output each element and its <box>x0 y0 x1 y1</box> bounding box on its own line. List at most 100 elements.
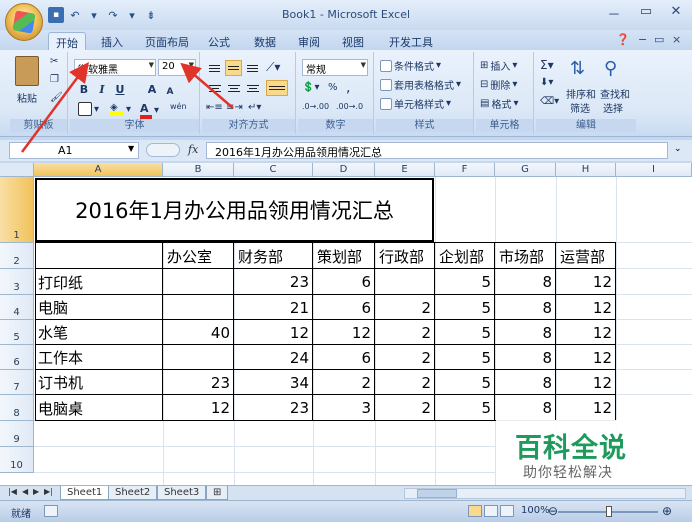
align-top-icon[interactable] <box>206 60 223 76</box>
decrease-indent-icon[interactable]: ⇤≡ <box>206 102 223 113</box>
bold-button[interactable]: B <box>76 82 92 98</box>
underline-button[interactable]: U <box>112 82 128 98</box>
ribbon-restore-icon[interactable]: ▭ <box>654 33 664 46</box>
sheet-tab-1[interactable]: Sheet1 <box>60 486 110 500</box>
increase-indent-icon[interactable]: ≡⇥ <box>226 102 243 113</box>
find-select-icon[interactable]: ⚲ <box>604 58 617 79</box>
paste-button[interactable]: 粘贴 <box>17 90 37 105</box>
column-header-g[interactable]: G <box>495 163 556 177</box>
value-cell[interactable]: 2 <box>375 370 435 395</box>
value-cell[interactable]: 21 <box>234 295 313 320</box>
row-header-5[interactable]: 5 <box>0 320 34 345</box>
value-cell[interactable] <box>163 295 234 320</box>
value-cell[interactable]: 23 <box>234 395 313 421</box>
column-header-f[interactable]: F <box>435 163 495 177</box>
column-header-i[interactable]: I <box>616 163 692 177</box>
value-cell[interactable] <box>375 269 435 295</box>
column-header-h[interactable]: H <box>556 163 616 177</box>
value-cell[interactable]: 5 <box>435 345 495 370</box>
sheet-tab-3[interactable]: Sheet3 <box>157 486 207 500</box>
grow-font-button[interactable]: A <box>144 82 160 98</box>
value-cell[interactable]: 40 <box>163 320 234 345</box>
value-cell[interactable]: 6 <box>313 295 375 320</box>
restore-button[interactable]: ▭ <box>636 4 656 19</box>
ribbon-minimize-icon[interactable]: − <box>638 33 647 46</box>
value-cell[interactable]: 12 <box>556 295 616 320</box>
autosum-icon[interactable]: Σ▾ <box>540 58 554 72</box>
office-button[interactable] <box>5 3 43 41</box>
header-cell[interactable]: 办公室 <box>163 243 234 269</box>
borders-icon[interactable]: ▾ <box>78 102 99 116</box>
fill-color-icon[interactable]: ◈ ▾ <box>110 102 131 116</box>
item-cell[interactable]: 电脑桌 <box>34 395 163 421</box>
delete-cells-button[interactable]: ⊟ 删除 ▾ <box>480 77 517 92</box>
close-button[interactable]: ✕ <box>666 4 686 19</box>
last-sheet-icon[interactable]: ▶| <box>44 487 53 496</box>
row-header-6[interactable]: 6 <box>0 345 34 370</box>
chevron-down-icon[interactable]: ▼ <box>128 144 134 153</box>
tab-home[interactable]: 开始 <box>48 32 86 50</box>
horizontal-scrollbar[interactable] <box>404 488 686 499</box>
header-cell[interactable]: 企划部 <box>435 243 495 269</box>
value-cell[interactable]: 12 <box>556 345 616 370</box>
filter-label[interactable]: 筛选 <box>570 100 590 115</box>
value-cell[interactable]: 2 <box>375 295 435 320</box>
wrap-text-icon[interactable]: ↵▾ <box>248 102 261 113</box>
page-layout-view-icon[interactable] <box>484 505 498 517</box>
value-cell[interactable]: 2 <box>313 370 375 395</box>
row-header-7[interactable]: 7 <box>0 370 34 395</box>
column-header-b[interactable]: B <box>163 163 234 177</box>
value-cell[interactable] <box>163 345 234 370</box>
expand-formula-icon[interactable]: ⌄ <box>674 144 682 154</box>
value-cell[interactable]: 8 <box>495 269 556 295</box>
zoom-in-icon[interactable]: ⊕ <box>662 504 672 518</box>
value-cell[interactable]: 8 <box>495 295 556 320</box>
select-all-corner[interactable] <box>0 163 34 177</box>
select-label[interactable]: 选择 <box>603 100 623 115</box>
decrease-decimal-icon[interactable]: .00→.0 <box>336 102 363 111</box>
value-cell[interactable]: 12 <box>556 395 616 421</box>
align-bottom-icon[interactable] <box>244 60 261 76</box>
tab-data[interactable]: 数据 <box>250 32 280 50</box>
align-left-icon[interactable] <box>206 80 223 96</box>
item-cell[interactable]: 打印纸 <box>34 269 163 295</box>
title-cell-a1[interactable]: 2016年1月办公用品领用情况汇总 <box>35 178 434 242</box>
comma-button[interactable]: , <box>346 80 350 96</box>
cut-icon[interactable]: ✂ <box>50 56 58 67</box>
item-cell[interactable]: 水笔 <box>34 320 163 345</box>
header-cell[interactable]: 市场部 <box>495 243 556 269</box>
insert-sheet-icon[interactable]: ⊞ <box>206 486 229 500</box>
fx-icon[interactable]: fx <box>188 143 198 156</box>
item-cell[interactable]: 工作本 <box>34 345 163 370</box>
value-cell[interactable]: 5 <box>435 320 495 345</box>
value-cell[interactable]: 2 <box>375 345 435 370</box>
row-header-9[interactable]: 9 <box>0 421 34 447</box>
next-sheet-icon[interactable]: ▶ <box>33 487 39 496</box>
value-cell[interactable]: 6 <box>313 345 375 370</box>
format-painter-icon[interactable]: 🖌 <box>50 92 63 103</box>
value-cell[interactable]: 3 <box>313 395 375 421</box>
column-header-a[interactable]: A <box>34 163 163 177</box>
value-cell[interactable]: 24 <box>234 345 313 370</box>
page-break-view-icon[interactable] <box>500 505 514 517</box>
value-cell[interactable] <box>163 269 234 295</box>
zoom-slider-knob[interactable] <box>606 506 612 517</box>
value-cell[interactable]: 23 <box>163 370 234 395</box>
shrink-font-button[interactable]: A <box>162 84 178 100</box>
value-cell[interactable]: 8 <box>495 395 556 421</box>
font-color-icon[interactable]: A ▾ <box>140 102 159 119</box>
clear-icon[interactable]: ⌫▾ <box>540 96 559 107</box>
increase-decimal-icon[interactable]: .0→.00 <box>302 102 329 111</box>
column-header-c[interactable]: C <box>234 163 313 177</box>
header-cell[interactable]: 运营部 <box>556 243 616 269</box>
value-cell[interactable]: 5 <box>435 269 495 295</box>
first-sheet-icon[interactable]: |◀ <box>8 487 17 496</box>
cell-styles-button[interactable]: 单元格样式 ▾ <box>380 96 451 111</box>
tab-developer[interactable]: 开发工具 <box>384 32 438 50</box>
value-cell[interactable]: 12 <box>163 395 234 421</box>
value-cell[interactable]: 8 <box>495 345 556 370</box>
column-header-d[interactable]: D <box>313 163 375 177</box>
scroll-thumb[interactable] <box>417 489 457 498</box>
tab-insert[interactable]: 插入 <box>94 32 130 50</box>
font-name-dropdown[interactable]: 微软雅黑 ▼ <box>74 59 156 76</box>
